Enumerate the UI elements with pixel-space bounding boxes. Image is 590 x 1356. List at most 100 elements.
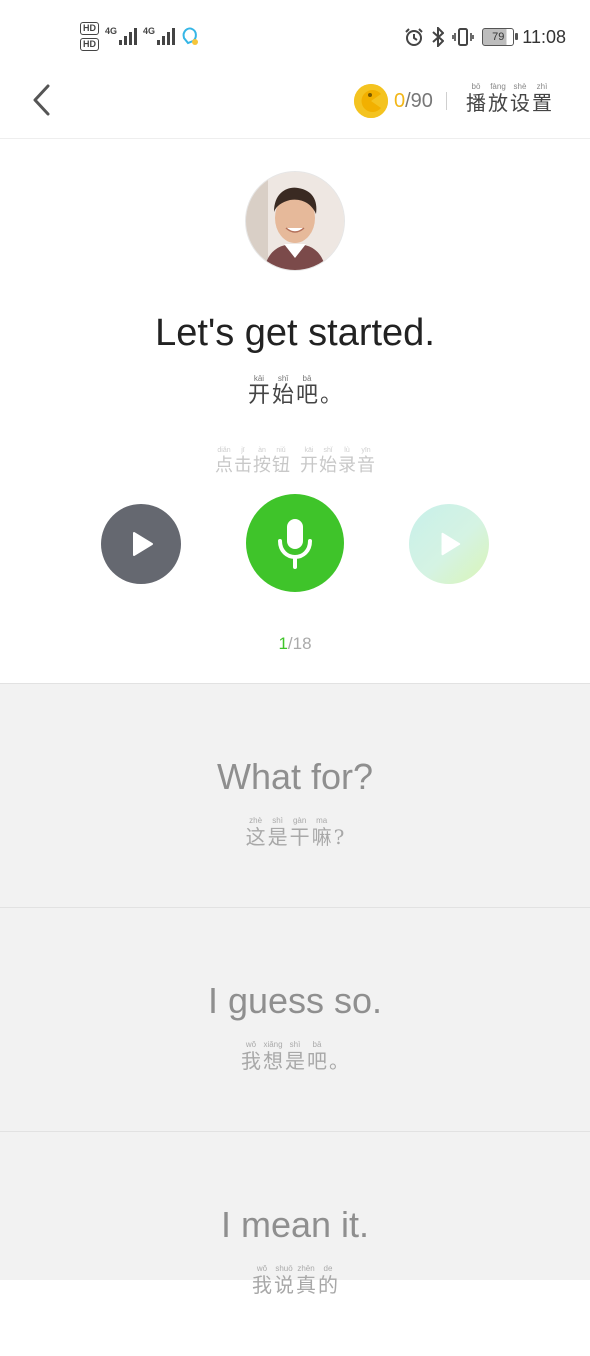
play-settings-button[interactable]: bō 播 fàng 放 shè 设 zhì 置: [466, 82, 552, 114]
hint-char: kāi 开: [300, 446, 318, 476]
hanzi: 。: [329, 1049, 349, 1073]
alarm-icon: [405, 28, 423, 46]
avatar: [245, 171, 345, 271]
play-settings-char: zhì 置: [532, 82, 552, 114]
hint-char: niǔ 钮: [272, 446, 290, 476]
hanzi: 始: [319, 455, 337, 476]
hanzi: 干: [289, 825, 310, 849]
play-original-button[interactable]: [101, 504, 181, 584]
hanzi: 真: [296, 1273, 316, 1297]
translation-char: shì 是: [268, 816, 288, 848]
hanzi: 置: [532, 91, 552, 115]
headset-app-icon: [182, 27, 199, 45]
status-right: 79 11:08: [404, 22, 566, 52]
pacman-coin-icon: [354, 84, 388, 118]
list-item[interactable]: What for? zhè 这 shì 是 gàn 干 ma 嘛 ?: [0, 683, 590, 908]
hanzi: 音: [357, 455, 375, 476]
hanzi: 钮: [272, 455, 290, 476]
hd-badge-1: HD: [80, 21, 99, 35]
header-divider: [446, 92, 447, 110]
current-sentence: Let's get started.: [155, 312, 435, 354]
list-item-english: I mean it.: [220, 1204, 370, 1245]
translation-char: shuō 说: [274, 1264, 294, 1296]
play-settings-char: bō 播: [466, 82, 486, 114]
status-bar: HD HD 4G 4G 79 11:08: [0, 0, 590, 70]
list-item[interactable]: I guess so. wǒ 我 xiǎng 想 shì 是 bā 吧 。: [0, 907, 590, 1132]
hanzi: 。: [320, 383, 343, 408]
translation-char: 。: [320, 374, 342, 408]
hint-char: lù 录: [338, 446, 356, 476]
list-item-chinese: zhè 这 shì 是 gàn 干 ma 嘛 ?: [0, 816, 590, 848]
hint-char: yīn 音: [357, 446, 375, 476]
hanzi: 吧: [307, 1049, 327, 1073]
clock: 11:08: [522, 26, 566, 47]
record-hint: diǎn 点 jī 击 àn 按 niǔ 钮 kāi 开 shǐ 始 lù 录 yīn 音: [0, 446, 590, 476]
list-item[interactable]: I mean it. wǒ 我 shuō 说 zhēn 真 de 的: [0, 1131, 590, 1356]
play-recording-button[interactable]: [409, 504, 489, 584]
hint-char: jī 击: [234, 446, 252, 476]
back-button[interactable]: [26, 80, 60, 120]
hanzi: 是: [285, 1049, 305, 1073]
hint-char: shǐ 始: [319, 446, 337, 476]
translation-char: de 的: [318, 1264, 338, 1296]
hanzi: 嘛: [311, 825, 332, 849]
hanzi: 设: [510, 91, 530, 115]
translation-char: wǒ 我: [241, 1040, 261, 1072]
signal-icon-1: 4G: [105, 27, 138, 45]
list-item-english: I guess so.: [207, 980, 383, 1021]
hanzi: 是: [267, 825, 288, 849]
translation-char: ma 嘛: [312, 816, 332, 848]
top-app-bar: 0/90 bō 播 fàng 放 shè 设 zhì 置: [0, 70, 590, 139]
hanzi: 我: [252, 1273, 272, 1297]
hanzi: 录: [338, 455, 356, 476]
signal-icon-2: 4G: [143, 27, 176, 45]
translation-char: zhēn 真: [296, 1264, 316, 1296]
coin-current: 0: [394, 90, 406, 112]
coin-total: /90: [405, 90, 433, 112]
translation-char: xiǎng 想: [263, 1040, 283, 1072]
translation-char: gàn 干: [290, 816, 310, 848]
bluetooth-icon: [432, 27, 445, 47]
hanzi: 说: [274, 1273, 294, 1297]
hanzi: 始: [271, 383, 294, 408]
list-item-chinese: wǒ 我 xiǎng 想 shì 是 bā 吧 。: [0, 1040, 590, 1072]
translation-char: wǒ 我: [252, 1264, 272, 1296]
current-translation: kāi 开 shǐ 始 bā 吧 。: [0, 374, 590, 408]
sentence-progress: 1/18: [278, 634, 312, 653]
hanzi: 按: [253, 455, 271, 476]
translation-char: shì 是: [285, 1040, 305, 1072]
hanzi: 点: [215, 455, 233, 476]
hanzi: 放: [488, 91, 508, 115]
list-item-chinese: wǒ 我 shuō 说 zhēn 真 de 的: [0, 1264, 590, 1296]
hanzi: 这: [245, 825, 266, 849]
list-item-english: What for?: [216, 756, 374, 797]
translation-char: bā 吧: [307, 1040, 327, 1072]
sentence-list: What for? zhè 这 shì 是 gàn 干 ma 嘛 ? I guess so. …: [0, 683, 590, 1296]
coin-counter: 0/90: [394, 90, 433, 113]
hanzi: 吧: [296, 383, 319, 408]
translation-char: ?: [334, 816, 345, 848]
status-left: HD HD 4G 4G: [80, 18, 199, 54]
translation-char: kāi 开: [248, 374, 270, 408]
record-button[interactable]: [246, 494, 344, 592]
hint-char: diǎn 点: [215, 446, 233, 476]
translation-char: zhè 这: [246, 816, 266, 848]
play-settings-char: shè 设: [510, 82, 530, 114]
hanzi: 开: [247, 383, 270, 408]
hanzi: 开: [300, 455, 318, 476]
translation-char: 。: [329, 1040, 349, 1072]
hanzi: 的: [318, 1273, 338, 1297]
hint-char: àn 按: [253, 446, 271, 476]
hanzi: 想: [263, 1049, 283, 1073]
hanzi: 击: [234, 455, 252, 476]
translation-char: bā 吧: [296, 374, 318, 408]
hanzi: 我: [241, 1049, 261, 1073]
play-icon: [133, 532, 153, 556]
hanzi: 播: [466, 91, 486, 115]
microphone-icon: [278, 519, 312, 569]
play-icon: [441, 532, 461, 556]
translation-char: shǐ 始: [272, 374, 294, 408]
chevron-left-icon: [33, 84, 50, 116]
play-settings-char: fàng 放: [488, 82, 508, 114]
hanzi: ?: [333, 825, 345, 849]
